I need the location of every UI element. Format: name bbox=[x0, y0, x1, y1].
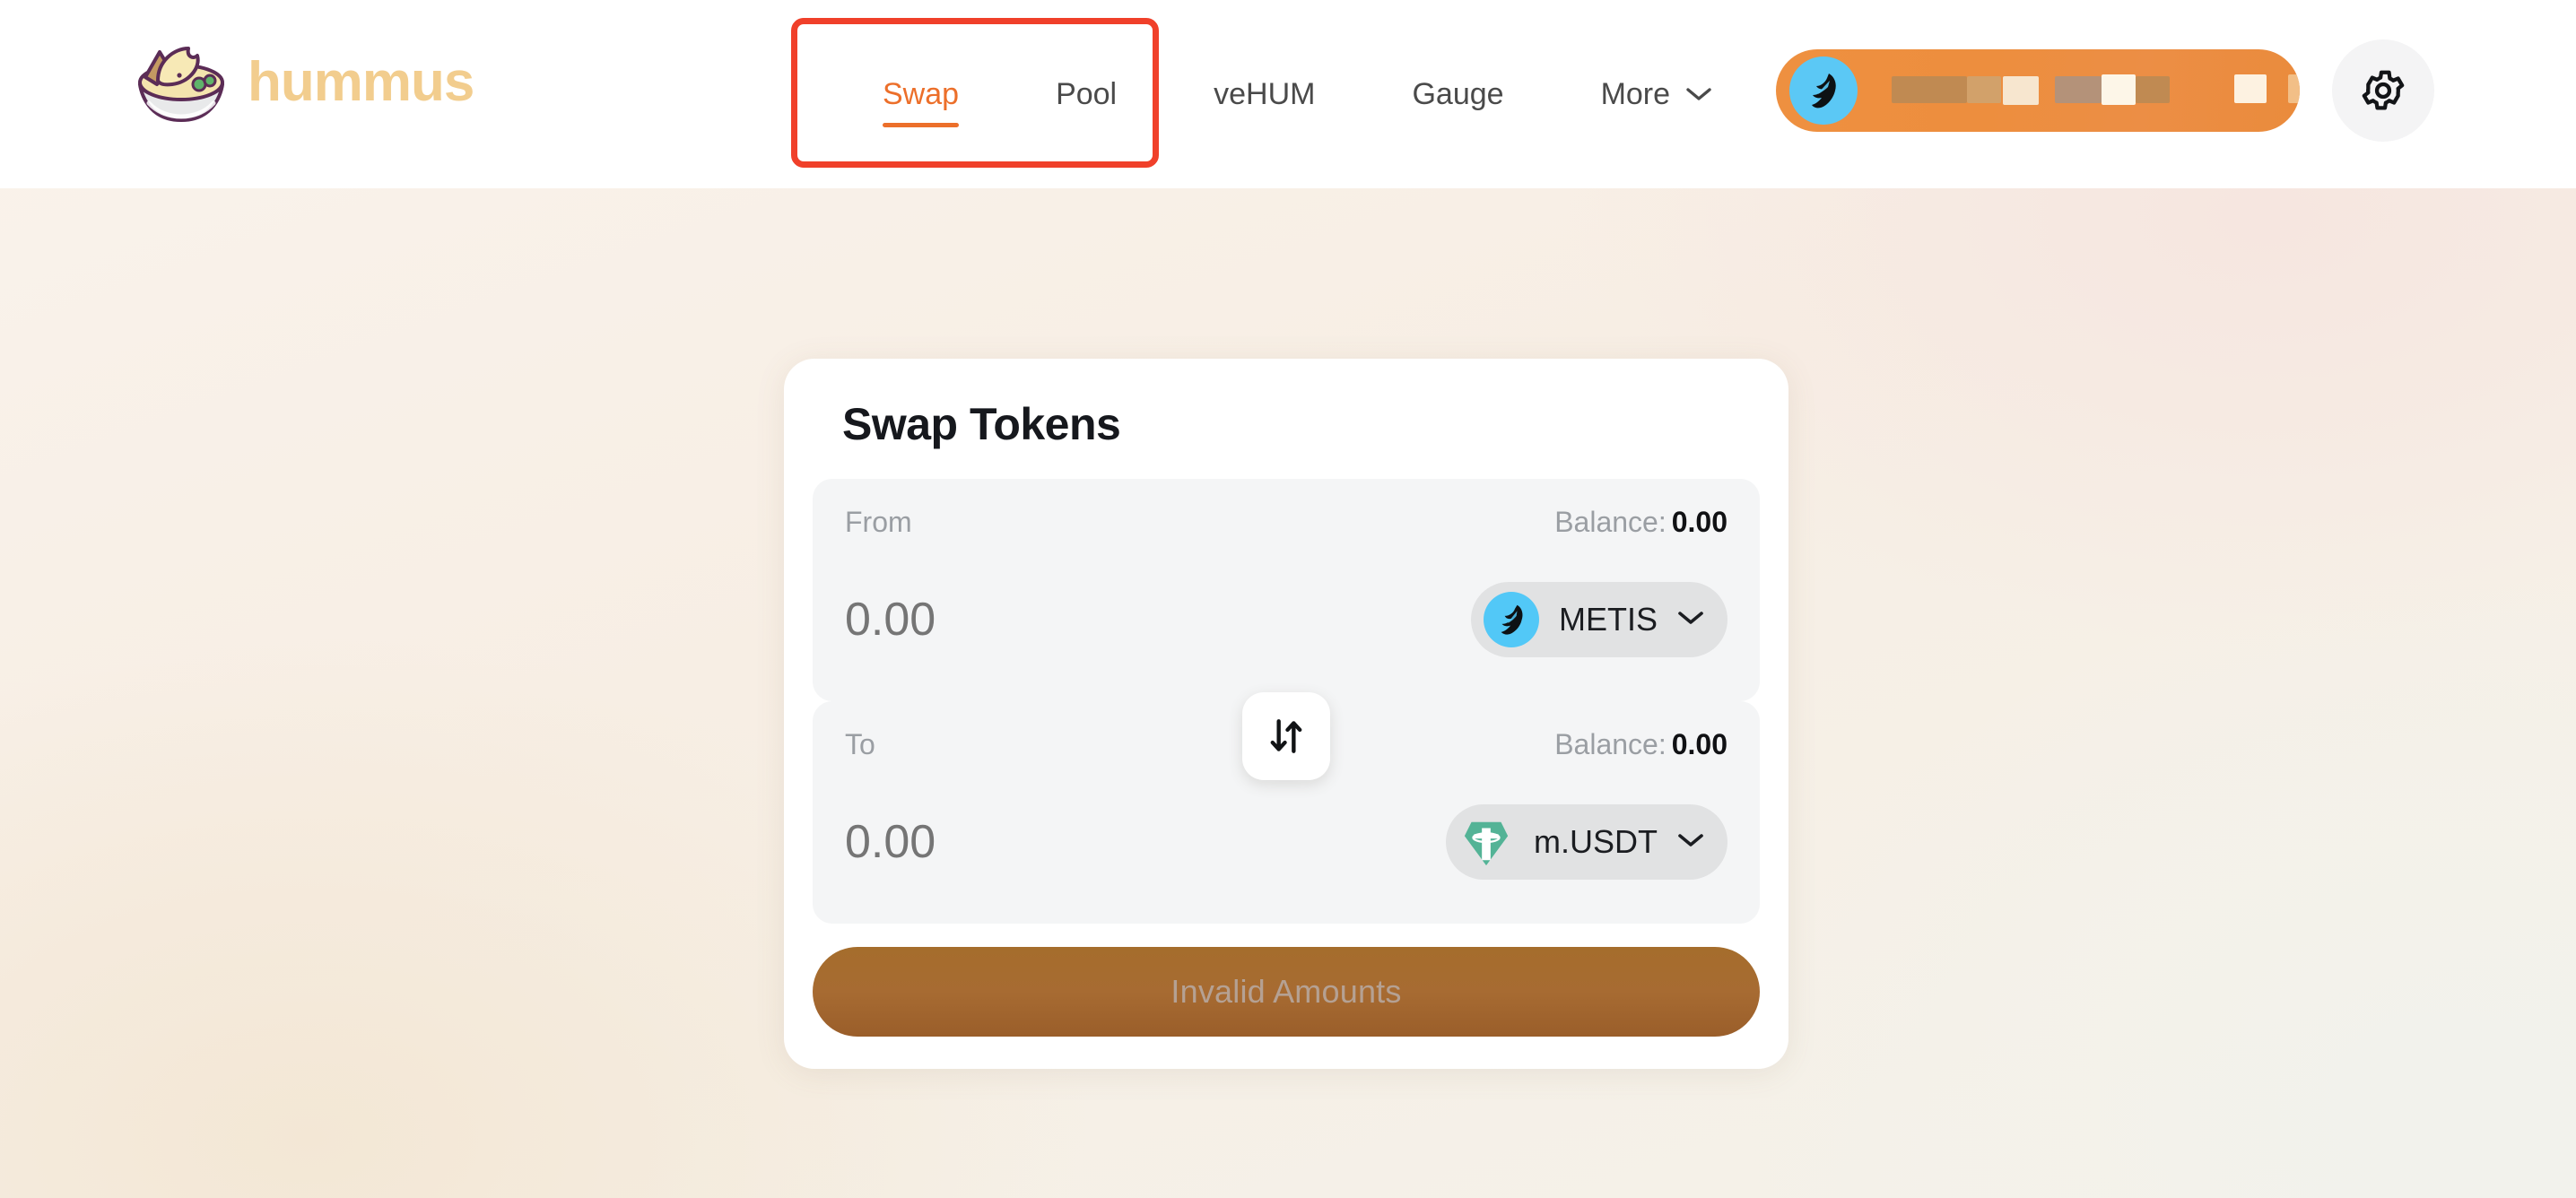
nav-label-pool: Pool bbox=[1056, 77, 1118, 111]
nav-item-swap[interactable]: Swap bbox=[834, 0, 1007, 188]
nav-label-vehum: veHUM bbox=[1214, 77, 1316, 111]
from-balance-label: Balance: bbox=[1554, 506, 1667, 538]
from-token-name: METIS bbox=[1558, 601, 1658, 638]
metis-icon bbox=[1483, 592, 1539, 647]
chevron-down-icon bbox=[1677, 832, 1704, 853]
tether-icon bbox=[1458, 814, 1514, 870]
nav-item-more[interactable]: More bbox=[1553, 0, 1761, 188]
to-token-selector[interactable]: m.USDT bbox=[1446, 804, 1727, 880]
nav-active-underline bbox=[883, 123, 960, 127]
nav-item-gauge[interactable]: Gauge bbox=[1363, 0, 1552, 188]
hummus-bowl-icon bbox=[138, 47, 224, 122]
metis-icon bbox=[1789, 56, 1858, 125]
from-label: From bbox=[845, 506, 912, 538]
swap-to-body: m.USDT bbox=[845, 804, 1727, 880]
wallet-address-redacted bbox=[1867, 49, 2300, 132]
logo-text: hummus bbox=[248, 51, 474, 113]
from-balance: Balance: 0.00 bbox=[1554, 506, 1727, 539]
site-header: hummus Swap Pool veHUM Gauge More bbox=[0, 0, 2576, 188]
chevron-down-icon bbox=[1685, 86, 1712, 102]
wallet-button[interactable] bbox=[1776, 49, 2300, 132]
swap-direction-button[interactable] bbox=[1242, 692, 1330, 780]
swap-submit-button[interactable]: Invalid Amounts bbox=[813, 947, 1760, 1037]
logo[interactable]: hummus bbox=[133, 38, 474, 127]
nav-item-vehum[interactable]: veHUM bbox=[1165, 0, 1363, 188]
page-title: Swap Tokens bbox=[842, 399, 1121, 449]
swap-from-header: From Balance: 0.00 bbox=[845, 506, 1727, 539]
swap-vertical-icon bbox=[1270, 719, 1302, 753]
to-token-name: m.USDT bbox=[1534, 823, 1658, 860]
nav-label-more: More bbox=[1600, 77, 1671, 111]
chevron-down-icon bbox=[1677, 610, 1704, 630]
main-nav: Swap Pool veHUM Gauge More bbox=[834, 0, 1761, 188]
swap-from-body: METIS bbox=[845, 582, 1727, 657]
to-balance: Balance: 0.00 bbox=[1554, 728, 1727, 761]
settings-button[interactable] bbox=[2332, 39, 2434, 142]
swap-card: Swap Tokens From Balance: 0.00 0.00 METI… bbox=[784, 359, 1788, 1069]
nav-label-swap: Swap bbox=[883, 77, 960, 111]
from-token-selector[interactable]: METIS bbox=[1470, 582, 1727, 657]
nav-item-pool[interactable]: Pool bbox=[1007, 0, 1165, 188]
from-amount-input[interactable] bbox=[845, 593, 1311, 647]
to-balance-value: 0.00 bbox=[1671, 728, 1727, 760]
gear-icon bbox=[2362, 70, 2405, 110]
app-root: hummus Swap Pool veHUM Gauge More Swap T… bbox=[0, 0, 2576, 1198]
swap-from-section: From Balance:0.00 METIS bbox=[813, 479, 1760, 701]
to-amount-input[interactable] bbox=[845, 815, 1311, 869]
to-balance-label: Balance: bbox=[1554, 728, 1667, 760]
to-label: To bbox=[845, 728, 875, 760]
from-balance-value: 0.00 bbox=[1671, 506, 1727, 538]
nav-label-gauge: Gauge bbox=[1412, 77, 1504, 111]
